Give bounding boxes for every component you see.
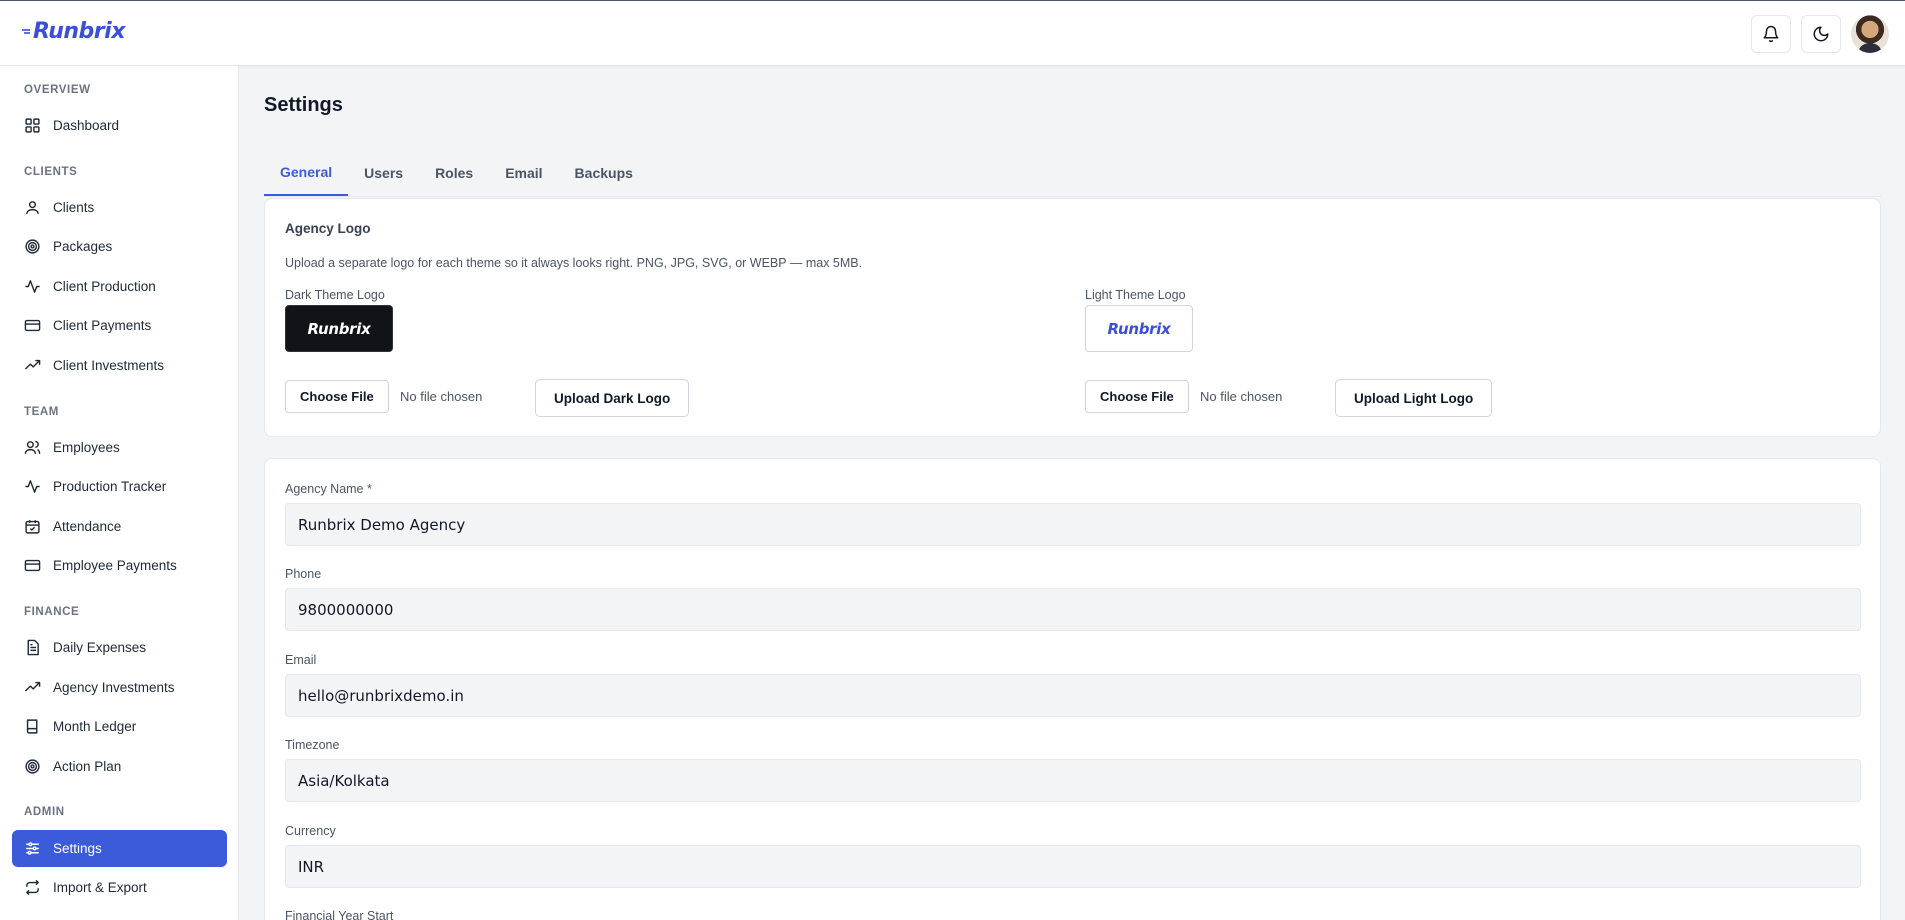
target-icon — [25, 239, 40, 254]
tab-general[interactable]: General — [264, 149, 349, 196]
file-text-icon — [27, 639, 39, 656]
section-label-overview: OVERVIEW — [24, 84, 91, 96]
sidebar-item-clients[interactable]: Clients — [12, 189, 227, 226]
timezone-select[interactable]: Asia/Kolkata — [285, 759, 1861, 802]
sidebar-item-agency-investments[interactable]: Agency Investments — [12, 669, 227, 706]
brand-logo[interactable]: Runbrix — [22, 19, 125, 44]
sidebar-item-label: Production Tracker — [53, 479, 167, 494]
card-description: Upload a separate logo for each theme so… — [285, 256, 863, 270]
trending-up-icon — [24, 681, 41, 692]
sidebar-item-client-payments[interactable]: Client Payments — [12, 307, 227, 344]
email-label: Email — [285, 653, 317, 667]
bell-icon — [1763, 25, 1779, 43]
sidebar-item-client-investments[interactable]: Client Investments — [12, 347, 227, 384]
sidebar-item-month-ledger[interactable]: Month Ledger — [12, 708, 227, 745]
section-label-admin: ADMIN — [24, 806, 65, 818]
grid-icon — [25, 118, 40, 133]
dark-file-status: No file chosen — [400, 389, 483, 404]
phone-label: Phone — [285, 567, 322, 581]
sidebar-item-action-plan[interactable]: Action Plan — [12, 748, 227, 785]
sidebar: OVERVIEW Dashboard CLIENTS Clients Packa… — [0, 66, 239, 920]
sidebar-item-daily-expenses[interactable]: Daily Expenses — [12, 629, 227, 666]
users-icon — [24, 440, 41, 454]
notifications-button[interactable] — [1751, 15, 1791, 53]
brand-mark-icon — [22, 28, 30, 34]
book-icon — [26, 719, 38, 734]
sidebar-item-label: Client Production — [53, 279, 156, 294]
email-field[interactable]: hello@runbrixdemo.in — [285, 674, 1861, 717]
tab-backups[interactable]: Backups — [559, 149, 649, 196]
credit-card-icon — [24, 319, 41, 332]
sidebar-item-label: Settings — [53, 841, 102, 856]
sidebar-item-label: Dashboard — [53, 118, 120, 133]
sidebar-item-attendance[interactable]: Attendance — [12, 508, 227, 545]
top-bar: Runbrix — [0, 0, 1905, 66]
repeat-icon — [26, 879, 39, 896]
sidebar-item-label: Action Plan — [53, 759, 122, 774]
sidebar-item-production-tracker[interactable]: Production Tracker — [12, 468, 227, 505]
tab-email[interactable]: Email — [489, 149, 558, 196]
sidebar-item-dashboard[interactable]: Dashboard — [12, 107, 227, 144]
user-icon — [26, 201, 39, 214]
main-content: Settings General Users Roles Email Backu… — [240, 66, 1905, 920]
page-title: Settings — [264, 94, 343, 116]
currency-select[interactable]: INR — [285, 845, 1861, 888]
sidebar-item-label: Attendance — [53, 519, 122, 534]
sidebar-item-label: Import & Export — [53, 880, 147, 895]
moon-icon — [1813, 26, 1829, 42]
sidebar-item-label: Packages — [53, 239, 113, 254]
section-label-finance: FINANCE — [24, 606, 80, 618]
sidebar-item-label: Daily Expenses — [53, 640, 147, 655]
sidebar-item-employee-payments[interactable]: Employee Payments — [12, 547, 227, 584]
agency-name-field[interactable]: Runbrix Demo Agency — [285, 503, 1861, 546]
theme-toggle-button[interactable] — [1801, 15, 1841, 53]
financial-year-start-label: Financial Year Start — [285, 909, 394, 920]
section-label-team: TEAM — [24, 406, 59, 418]
agency-details-card: Agency Name * Runbrix Demo Agency Phone … — [264, 458, 1881, 920]
sidebar-item-employees[interactable]: Employees — [12, 429, 227, 466]
activity-icon — [25, 480, 40, 493]
light-logo-preview: Runbrix — [1085, 305, 1193, 352]
sidebar-item-label: Client Investments — [53, 358, 165, 373]
sidebar-item-label: Client Payments — [53, 318, 152, 333]
card-title: Agency Logo — [285, 221, 371, 236]
phone-field[interactable]: 9800000000 — [285, 588, 1861, 631]
light-choose-file-button[interactable]: Choose File — [1085, 380, 1189, 413]
light-logo-text: Runbrix — [1107, 319, 1171, 338]
tab-users[interactable]: Users — [348, 149, 419, 196]
sidebar-item-label: Employees — [53, 440, 120, 455]
sidebar-item-import-export[interactable]: Import & Export — [12, 869, 227, 906]
brand-name: Runbrix — [33, 19, 125, 44]
trending-up-icon — [24, 359, 41, 370]
upload-light-logo-button[interactable]: Upload Light Logo — [1335, 379, 1493, 417]
currency-label: Currency — [285, 824, 336, 838]
tab-roles[interactable]: Roles — [419, 149, 489, 196]
dark-choose-file-button[interactable]: Choose File — [285, 380, 389, 413]
dark-logo-text: Runbrix — [307, 319, 371, 338]
section-label-clients: CLIENTS — [24, 166, 78, 178]
light-file-status: No file chosen — [1200, 389, 1283, 404]
sidebar-item-settings[interactable]: Settings — [12, 830, 227, 867]
sidebar-item-label: Employee Payments — [53, 558, 177, 573]
dark-logo-label: Dark Theme Logo — [285, 288, 385, 302]
agency-name-label: Agency Name * — [285, 482, 372, 496]
sidebar-item-packages[interactable]: Packages — [12, 228, 227, 265]
sliders-icon — [26, 842, 39, 855]
sidebar-item-label: Month Ledger — [53, 719, 137, 734]
credit-card-icon — [24, 559, 41, 572]
timezone-label: Timezone — [285, 738, 340, 752]
sidebar-item-label: Clients — [53, 200, 95, 215]
agency-logo-card: Agency Logo Upload a separate logo for e… — [264, 198, 1881, 437]
avatar[interactable] — [1851, 15, 1889, 53]
sidebar-item-label: Agency Investments — [53, 680, 175, 695]
sidebar-item-client-production[interactable]: Client Production — [12, 268, 227, 305]
activity-icon — [25, 280, 40, 293]
target-icon — [25, 759, 40, 774]
calendar-check-icon — [25, 520, 40, 534]
light-logo-label: Light Theme Logo — [1085, 288, 1186, 302]
dark-logo-preview: Runbrix — [285, 305, 393, 352]
upload-dark-logo-button[interactable]: Upload Dark Logo — [535, 379, 690, 417]
